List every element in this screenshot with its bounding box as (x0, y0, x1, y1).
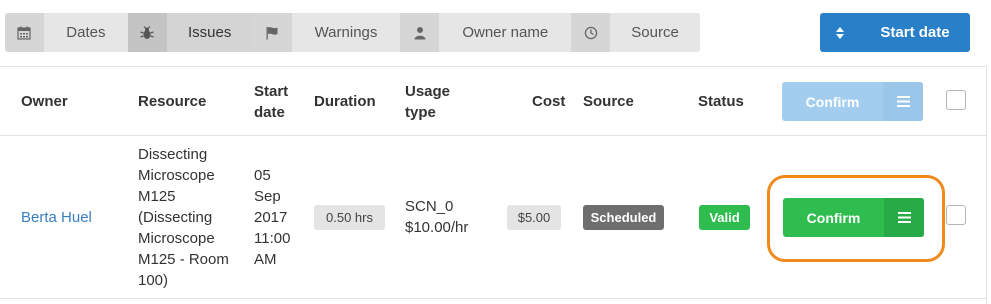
table-top-border (0, 66, 987, 67)
resource-line: Microscope (138, 167, 215, 184)
user-icon (414, 26, 426, 39)
column-header-source[interactable]: Source (583, 91, 634, 112)
sort-button-label: Start date (880, 24, 950, 41)
filter-warnings[interactable]: Warnings (291, 13, 401, 52)
filter-bar: Dates Issues Warnings Owner name Source (5, 13, 700, 52)
usage-type-code: SCN_0 (405, 198, 454, 215)
resource-cell: Dissecting Microscope M125 (Dissecting M… (138, 144, 248, 291)
column-header-start-date-line1: Start (254, 83, 289, 100)
confirm-button[interactable]: Confirm (783, 198, 924, 237)
usage-type-rate: $10.00/hr (405, 219, 469, 236)
start-date-line: Sep (254, 188, 281, 205)
confirm-all-label: Confirm (805, 93, 860, 110)
table-row-divider (0, 298, 987, 299)
resource-line: M125 (138, 188, 176, 205)
filter-owner-name[interactable]: Owner name (439, 13, 572, 52)
sort-icon (836, 26, 844, 39)
source-filter-icon-button[interactable] (571, 13, 611, 52)
confirm-all-menu-toggle[interactable] (883, 82, 923, 121)
clock-icon (584, 26, 597, 39)
filter-dates[interactable]: Dates (43, 13, 128, 52)
menu-icon (897, 212, 911, 223)
sort-start-date-button[interactable]: Start date (820, 13, 970, 52)
owner-link[interactable]: Berta Huel (21, 209, 92, 226)
column-header-start-date[interactable]: Start date (254, 81, 288, 123)
table-right-border (986, 66, 987, 304)
confirm-all-button[interactable]: Confirm (782, 82, 923, 121)
usage-type-cell: SCN_0 $10.00/hr (405, 196, 468, 238)
table-header-divider (0, 135, 987, 136)
start-date-line: AM (254, 251, 277, 268)
issues-filter-icon-button[interactable] (127, 13, 167, 52)
row-select-checkbox[interactable] (946, 205, 966, 225)
start-date-line: 11:00 (254, 230, 291, 247)
confirm-menu-toggle[interactable] (884, 198, 924, 237)
select-all-checkbox[interactable] (946, 90, 966, 110)
resource-line: (Dissecting (138, 209, 213, 226)
dates-filter-icon-button[interactable] (5, 13, 44, 52)
filter-source[interactable]: Source (610, 13, 700, 52)
column-header-usage-type[interactable]: Usage type (405, 81, 450, 123)
resource-line: M125 - Room (138, 251, 229, 268)
start-date-line: 2017 (254, 209, 288, 226)
warnings-filter-icon-button[interactable] (252, 13, 292, 52)
start-date-cell: 05 Sep 2017 11:00 AM (254, 165, 304, 270)
filter-issues[interactable]: Issues (166, 13, 253, 52)
bug-icon (140, 25, 154, 39)
column-header-start-date-line2: date (254, 104, 285, 121)
column-header-resource[interactable]: Resource (138, 91, 206, 112)
column-header-usage-type-line1: Usage (405, 83, 451, 100)
start-date-line: 05 (254, 167, 271, 184)
source-badge: Scheduled (583, 205, 664, 230)
menu-icon (896, 96, 910, 107)
column-header-status[interactable]: Status (698, 91, 744, 112)
status-badge: Valid (699, 205, 750, 230)
column-header-owner[interactable]: Owner (21, 91, 68, 112)
column-header-cost[interactable]: Cost (532, 91, 565, 112)
confirm-label: Confirm (806, 209, 861, 226)
calendar-icon (17, 26, 32, 40)
column-header-usage-type-line2: type (405, 104, 436, 121)
resource-line: Microscope (138, 230, 215, 247)
resource-line: Dissecting (138, 146, 208, 163)
duration-pill: 0.50 hrs (314, 205, 385, 230)
resource-line: 100) (138, 272, 169, 289)
flag-icon (266, 26, 278, 39)
column-header-duration[interactable]: Duration (314, 91, 376, 112)
cost-pill: $5.00 (507, 205, 561, 230)
owner-cell: Berta Huel (21, 207, 92, 228)
owner-filter-icon-button[interactable] (400, 13, 440, 52)
